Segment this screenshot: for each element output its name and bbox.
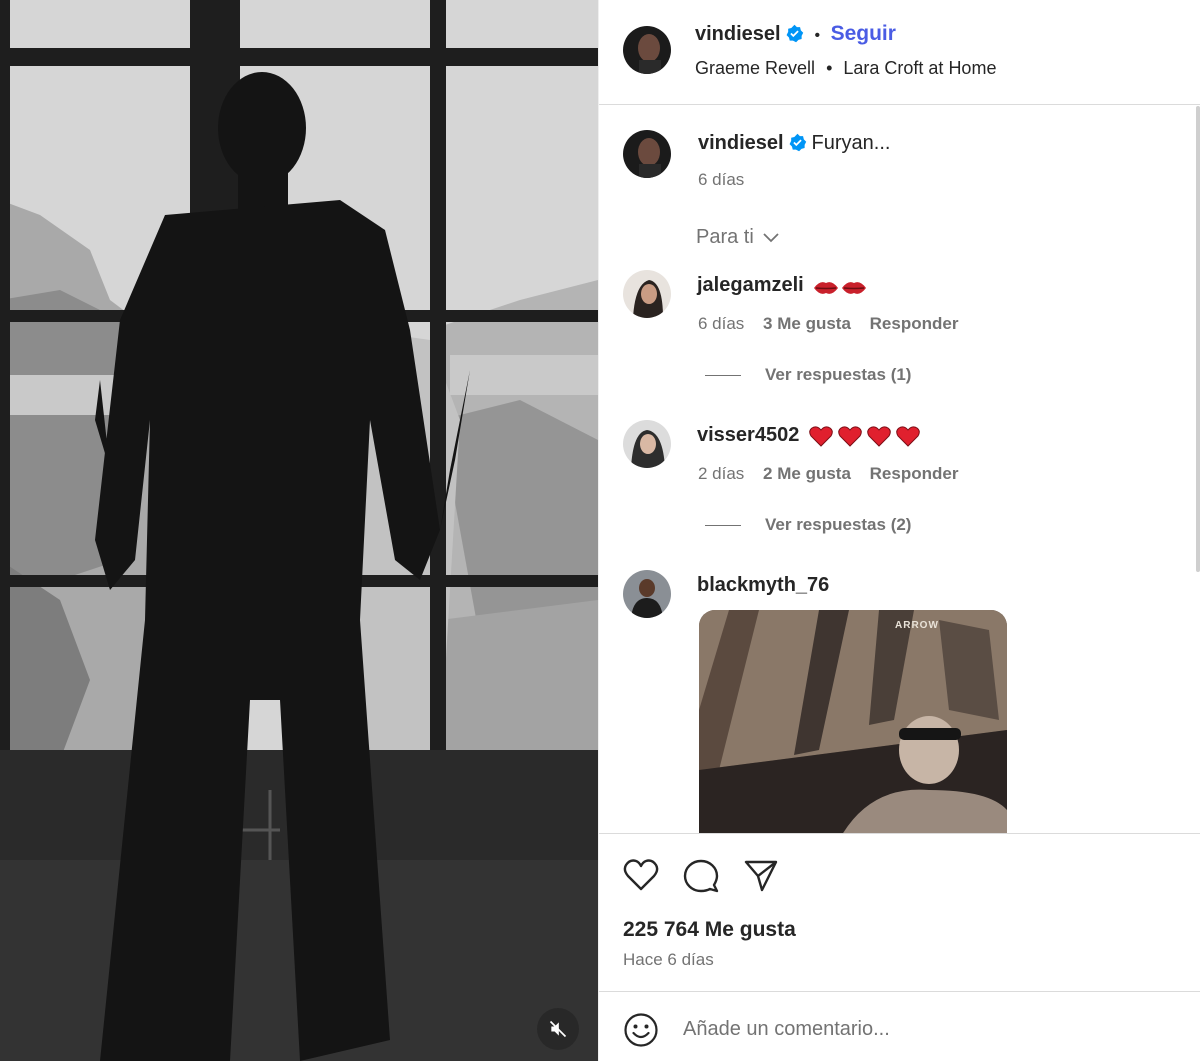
- like-button[interactable]: [623, 858, 659, 897]
- comment-sort-dropdown[interactable]: Para ti: [696, 226, 780, 249]
- red-hearts-emoji-icon: [809, 426, 920, 447]
- comment-age: 2 días: [698, 464, 745, 483]
- replies-divider-line: [705, 374, 741, 376]
- caption-age: 6 días: [698, 170, 745, 189]
- separator-dot: •: [814, 26, 821, 44]
- comment-meta: 2 días 2 Me gusta Responder: [698, 464, 958, 484]
- audio-info[interactable]: Graeme Revell • Lara Croft at Home: [695, 58, 996, 79]
- comment-meta: 6 días 3 Me gusta Responder: [698, 314, 958, 334]
- follow-button[interactable]: Seguir: [831, 22, 896, 45]
- reply-button[interactable]: Responder: [870, 464, 959, 483]
- caption-username[interactable]: vindiesel: [698, 132, 784, 154]
- view-replies-button[interactable]: Ver respuestas (2): [705, 515, 911, 535]
- emoji-icon: [624, 1013, 658, 1047]
- commenter-avatar[interactable]: [623, 270, 671, 318]
- commenter-avatar[interactable]: [623, 570, 671, 618]
- comment-likes-link[interactable]: 3 Me gusta: [763, 314, 851, 333]
- verified-badge-icon: [785, 24, 804, 48]
- chevron-down-icon: [763, 232, 779, 242]
- gif-watermark: ARROW: [895, 620, 939, 631]
- comment-button[interactable]: [683, 858, 719, 899]
- audio-artist: Graeme Revell: [695, 58, 816, 78]
- view-replies-button[interactable]: Ver respuestas (1): [705, 365, 911, 385]
- comments-section[interactable]: vindiesel Furyan... 6 días Para ti jaleg…: [599, 106, 1200, 833]
- author-avatar[interactable]: [623, 26, 671, 74]
- caption: vindiesel Furyan...: [698, 132, 890, 157]
- caption-text: Furyan...: [811, 132, 891, 154]
- commenter-avatar[interactable]: [623, 420, 671, 468]
- verified-badge-icon: [788, 133, 807, 157]
- comment-input[interactable]: [683, 1014, 1163, 1044]
- heart-icon: [623, 859, 659, 891]
- replies-divider-line: [705, 524, 741, 526]
- mute-toggle-button[interactable]: [537, 1008, 579, 1050]
- comment-gif[interactable]: ARROW: [699, 610, 1007, 833]
- comment-likes-link[interactable]: 2 Me gusta: [763, 464, 851, 483]
- author-username[interactable]: vindiesel: [695, 23, 781, 45]
- comment-icon: [683, 859, 719, 893]
- post-media[interactable]: [0, 0, 598, 1061]
- comment-age: 6 días: [698, 314, 745, 333]
- likes-count[interactable]: 225 764 Me gusta: [623, 918, 796, 942]
- comment-composer: [599, 991, 1200, 1061]
- post-actions: 225 764 Me gusta Hace 6 días: [599, 833, 1200, 991]
- comment-sort-label: Para ti: [696, 226, 754, 248]
- post-header: vindiesel • Seguir Graeme Revell • Lara …: [599, 0, 1200, 105]
- commenter-username[interactable]: blackmyth_76: [697, 574, 829, 596]
- muted-speaker-icon: [549, 1020, 567, 1038]
- audio-title: Lara Croft at Home: [843, 58, 997, 78]
- commenter-username[interactable]: jalegamzeli: [697, 274, 804, 296]
- caption-author-avatar[interactable]: [623, 130, 671, 178]
- emoji-picker-button[interactable]: [623, 1012, 659, 1053]
- post-date: Hace 6 días: [623, 950, 714, 969]
- red-lips-emoji-icon: [814, 281, 867, 294]
- view-replies-label: Ver respuestas (2): [765, 515, 912, 534]
- audio-separator: •: [826, 58, 833, 78]
- comments-scrollbar[interactable]: [1196, 106, 1200, 572]
- share-button[interactable]: [743, 858, 779, 899]
- reply-button[interactable]: Responder: [870, 314, 959, 333]
- gif-frame: [699, 610, 1007, 833]
- post-side-panel: vindiesel • Seguir Graeme Revell • Lara …: [598, 0, 1200, 1061]
- commenter-username[interactable]: visser4502: [697, 424, 799, 446]
- video-frame: [0, 0, 598, 1061]
- share-icon: [744, 860, 778, 892]
- view-replies-label: Ver respuestas (1): [765, 365, 912, 384]
